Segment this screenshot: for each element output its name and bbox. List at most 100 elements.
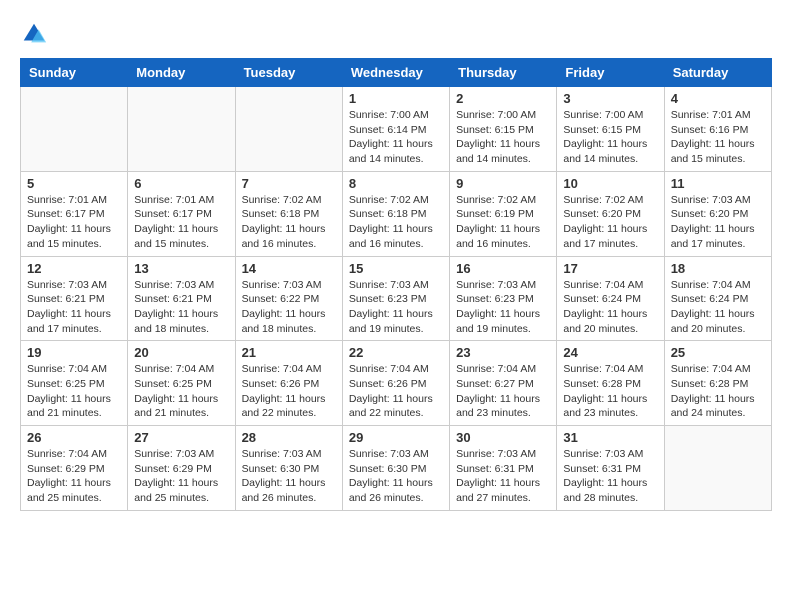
day-info: Sunrise: 7:02 AMSunset: 6:20 PMDaylight:… [563, 193, 657, 252]
day-info: Sunrise: 7:04 AMSunset: 6:26 PMDaylight:… [349, 362, 443, 421]
day-number: 16 [456, 261, 550, 276]
day-number: 10 [563, 176, 657, 191]
weekday-header-monday: Monday [128, 59, 235, 87]
weekday-header-tuesday: Tuesday [235, 59, 342, 87]
day-info: Sunrise: 7:03 AMSunset: 6:23 PMDaylight:… [349, 278, 443, 337]
day-info: Sunrise: 7:04 AMSunset: 6:27 PMDaylight:… [456, 362, 550, 421]
day-number: 22 [349, 345, 443, 360]
day-info: Sunrise: 7:04 AMSunset: 6:26 PMDaylight:… [242, 362, 336, 421]
day-number: 30 [456, 430, 550, 445]
calendar-cell: 17Sunrise: 7:04 AMSunset: 6:24 PMDayligh… [557, 256, 664, 341]
logo [20, 20, 52, 48]
day-number: 29 [349, 430, 443, 445]
calendar-header: SundayMondayTuesdayWednesdayThursdayFrid… [21, 59, 772, 87]
day-number: 5 [27, 176, 121, 191]
day-info: Sunrise: 7:02 AMSunset: 6:19 PMDaylight:… [456, 193, 550, 252]
day-number: 28 [242, 430, 336, 445]
day-number: 9 [456, 176, 550, 191]
day-info: Sunrise: 7:01 AMSunset: 6:17 PMDaylight:… [134, 193, 228, 252]
calendar-cell: 3Sunrise: 7:00 AMSunset: 6:15 PMDaylight… [557, 87, 664, 172]
day-number: 15 [349, 261, 443, 276]
day-number: 7 [242, 176, 336, 191]
calendar-cell: 10 Sunrise: 7:02 AMSunset: 6:20 PMDayligh… [557, 171, 664, 256]
day-info: Sunrise: 7:02 AMSunset: 6:18 PMDaylight:… [349, 193, 443, 252]
day-number: 11 [671, 176, 765, 191]
day-info: Sunrise: 7:04 AMSunset: 6:25 PMDaylight:… [27, 362, 121, 421]
day-info: Sunrise: 7:03 AMSunset: 6:30 PMDaylight:… [349, 447, 443, 506]
day-number: 8 [349, 176, 443, 191]
calendar-cell: 7 Sunrise: 7:02 AMSunset: 6:18 PMDaylight… [235, 171, 342, 256]
day-number: 6 [134, 176, 228, 191]
day-info: Sunrise: 7:03 AMSunset: 6:30 PMDaylight:… [242, 447, 336, 506]
day-number: 21 [242, 345, 336, 360]
calendar-cell: 30Sunrise: 7:03 AMSunset: 6:31 PMDayligh… [450, 426, 557, 511]
day-number: 3 [563, 91, 657, 106]
day-number: 31 [563, 430, 657, 445]
calendar-cell: 24 Sunrise: 7:04 AMSunset: 6:28 PMDayligh… [557, 341, 664, 426]
calendar-cell: 11 Sunrise: 7:03 AMSunset: 6:20 PMDayligh… [664, 171, 771, 256]
day-number: 13 [134, 261, 228, 276]
calendar-cell: 29 Sunrise: 7:03 AMSunset: 6:30 PMDayligh… [342, 426, 449, 511]
calendar-cell: 23 Sunrise: 7:04 AMSunset: 6:27 PMDayligh… [450, 341, 557, 426]
calendar-cell [21, 87, 128, 172]
calendar-cell [235, 87, 342, 172]
day-info: Sunrise: 7:03 AMSunset: 6:29 PMDaylight:… [134, 447, 228, 506]
day-info: Sunrise: 7:03 AMSunset: 6:22 PMDaylight:… [242, 278, 336, 337]
day-info: Sunrise: 7:03 AMSunset: 6:21 PMDaylight:… [134, 278, 228, 337]
day-info: Sunrise: 7:04 AMSunset: 6:28 PMDaylight:… [563, 362, 657, 421]
day-number: 24 [563, 345, 657, 360]
day-number: 19 [27, 345, 121, 360]
day-info: Sunrise: 7:04 AMSunset: 6:25 PMDaylight:… [134, 362, 228, 421]
calendar-cell: 14Sunrise: 7:03 AMSunset: 6:22 PMDayligh… [235, 256, 342, 341]
calendar-cell: 12 Sunrise: 7:03 AMSunset: 6:21 PMDayligh… [21, 256, 128, 341]
weekday-header-row: SundayMondayTuesdayWednesdayThursdayFrid… [21, 59, 772, 87]
weekday-header-sunday: Sunday [21, 59, 128, 87]
weekday-header-wednesday: Wednesday [342, 59, 449, 87]
weekday-header-friday: Friday [557, 59, 664, 87]
day-number: 25 [671, 345, 765, 360]
day-info: Sunrise: 7:04 AMSunset: 6:29 PMDaylight:… [27, 447, 121, 506]
calendar-body: 1Sunrise: 7:00 AMSunset: 6:14 PMDaylight… [21, 87, 772, 511]
calendar-cell: 21 Sunrise: 7:04 AMSunset: 6:26 PMDayligh… [235, 341, 342, 426]
day-number: 27 [134, 430, 228, 445]
calendar-cell: 9 Sunrise: 7:02 AMSunset: 6:19 PMDaylight… [450, 171, 557, 256]
page-header [20, 20, 772, 48]
calendar-cell: 5 Sunrise: 7:01 AMSunset: 6:17 PMDaylight… [21, 171, 128, 256]
calendar-cell: 4Sunrise: 7:01 AMSunset: 6:16 PMDaylight… [664, 87, 771, 172]
day-info: Sunrise: 7:03 AMSunset: 6:21 PMDaylight:… [27, 278, 121, 337]
day-info: Sunrise: 7:04 AMSunset: 6:24 PMDaylight:… [671, 278, 765, 337]
calendar-cell: 22 Sunrise: 7:04 AMSunset: 6:26 PMDayligh… [342, 341, 449, 426]
calendar-cell: 16 Sunrise: 7:03 AMSunset: 6:23 PMDayligh… [450, 256, 557, 341]
day-info: Sunrise: 7:01 AMSunset: 6:16 PMDaylight:… [671, 108, 765, 167]
calendar-cell: 27 Sunrise: 7:03 AMSunset: 6:29 PMDayligh… [128, 426, 235, 511]
day-number: 2 [456, 91, 550, 106]
calendar-cell: 31Sunrise: 7:03 AMSunset: 6:31 PMDayligh… [557, 426, 664, 511]
weekday-header-saturday: Saturday [664, 59, 771, 87]
day-number: 17 [563, 261, 657, 276]
day-number: 20 [134, 345, 228, 360]
day-info: Sunrise: 7:01 AMSunset: 6:17 PMDaylight:… [27, 193, 121, 252]
day-info: Sunrise: 7:03 AMSunset: 6:20 PMDaylight:… [671, 193, 765, 252]
calendar-cell: 28 Sunrise: 7:03 AMSunset: 6:30 PMDayligh… [235, 426, 342, 511]
calendar-cell [664, 426, 771, 511]
calendar-cell: 8 Sunrise: 7:02 AMSunset: 6:18 PMDaylight… [342, 171, 449, 256]
calendar-week-row-0: 1Sunrise: 7:00 AMSunset: 6:14 PMDaylight… [21, 87, 772, 172]
calendar-week-row-4: 26Sunrise: 7:04 AMSunset: 6:29 PMDayligh… [21, 426, 772, 511]
calendar-week-row-1: 5 Sunrise: 7:01 AMSunset: 6:17 PMDaylight… [21, 171, 772, 256]
day-info: Sunrise: 7:02 AMSunset: 6:18 PMDaylight:… [242, 193, 336, 252]
day-info: Sunrise: 7:03 AMSunset: 6:23 PMDaylight:… [456, 278, 550, 337]
calendar-cell: 2 Sunrise: 7:00 AMSunset: 6:15 PMDaylight… [450, 87, 557, 172]
calendar-cell: 1Sunrise: 7:00 AMSunset: 6:14 PMDaylight… [342, 87, 449, 172]
day-number: 1 [349, 91, 443, 106]
logo-icon [20, 20, 48, 48]
calendar-cell: 26Sunrise: 7:04 AMSunset: 6:29 PMDayligh… [21, 426, 128, 511]
calendar-cell: 15 Sunrise: 7:03 AMSunset: 6:23 PMDayligh… [342, 256, 449, 341]
calendar-cell [128, 87, 235, 172]
day-info: Sunrise: 7:00 AMSunset: 6:15 PMDaylight:… [456, 108, 550, 167]
calendar-week-row-3: 19 Sunrise: 7:04 AMSunset: 6:25 PMDayligh… [21, 341, 772, 426]
weekday-header-thursday: Thursday [450, 59, 557, 87]
day-number: 23 [456, 345, 550, 360]
day-number: 12 [27, 261, 121, 276]
day-info: Sunrise: 7:04 AMSunset: 6:28 PMDaylight:… [671, 362, 765, 421]
calendar-cell: 25 Sunrise: 7:04 AMSunset: 6:28 PMDayligh… [664, 341, 771, 426]
